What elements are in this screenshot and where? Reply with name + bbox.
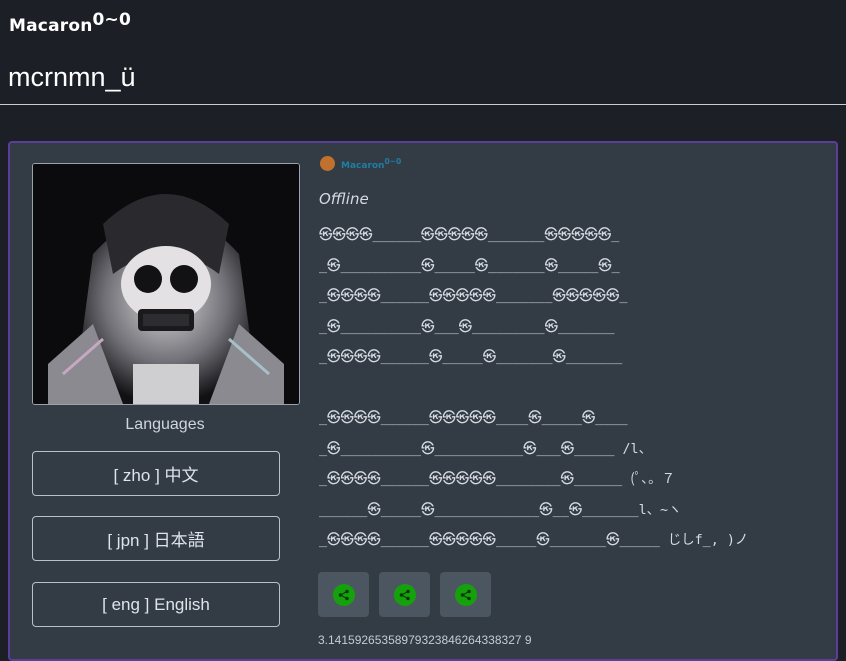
languages-title: Languages [125, 416, 205, 433]
bio-line: _㉿㉿㉿㉿______㉿㉿㉿㉿㉿____㉿_____㉿____ [319, 411, 628, 426]
language-button-eng[interactable]: [ eng ] English [32, 582, 280, 627]
status-dot [320, 156, 335, 171]
avatar-image [33, 164, 299, 404]
status-text: Offline [319, 190, 369, 208]
bio-line: _㉿㉿㉿㉿______㉿㉿㉿㉿㉿_____㉿_______㉿_____ じしf_… [319, 533, 749, 548]
mini-name-text: Macaron0~0 [341, 157, 401, 171]
display-name: Macaron0~0 [9, 10, 131, 36]
share-button-2[interactable] [379, 572, 430, 617]
bio-line: _㉿__________㉿___________㉿___㉿_____ /l、 [319, 441, 652, 457]
bio-line: ㉿㉿㉿㉿______㉿㉿㉿㉿㉿_______㉿㉿㉿㉿㉿_ [319, 228, 620, 243]
bio-line: _㉿㉿㉿㉿______㉿㉿㉿㉿㉿_______㉿㉿㉿㉿㉿_ [319, 289, 628, 304]
bio-line: _㉿__________㉿_____㉿_______㉿_____㉿_ [319, 258, 620, 274]
share-button-3[interactable] [440, 572, 491, 617]
mini-name-suffix: 0~0 [384, 156, 402, 166]
share-button-1[interactable] [318, 572, 369, 617]
bio-line: _㉿㉿㉿㉿______㉿㉿㉿㉿㉿________㉿______ (ﾟ､。７ [319, 472, 675, 487]
header-divider [0, 104, 846, 105]
language-button-jpn[interactable]: [ jpn ] 日本語 [32, 516, 280, 561]
footer-number: 3.14159265358979323846264338327 9 [318, 633, 532, 647]
display-name-suffix: 0~0 [92, 10, 132, 30]
share-icon [332, 583, 355, 606]
profile-mini-name: Macaron0~0 [320, 156, 401, 171]
mini-name: Macaron [341, 160, 385, 171]
bio-line: _㉿__________㉿___㉿_________㉿_______ [319, 319, 615, 335]
username: mcrnmn_ü [8, 62, 136, 92]
bio-text: ㉿㉿㉿㉿______㉿㉿㉿㉿㉿_______㉿㉿㉿㉿㉿_ _㉿_________… [319, 221, 748, 557]
share-icon [454, 583, 477, 606]
share-icon [393, 583, 416, 606]
profile-card: Languages [ zho ] 中文 [ jpn ] 日本語 [ eng ]… [8, 141, 838, 661]
display-name-text: Macaron [9, 16, 93, 36]
language-button-zho[interactable]: [ zho ] 中文 [32, 451, 280, 496]
avatar [32, 163, 300, 405]
bio-line: _㉿㉿㉿㉿______㉿_____㉿_______㉿_______ [319, 350, 623, 365]
bio-line: ______㉿_____㉿_____________㉿__㉿_______l、~… [319, 502, 682, 518]
